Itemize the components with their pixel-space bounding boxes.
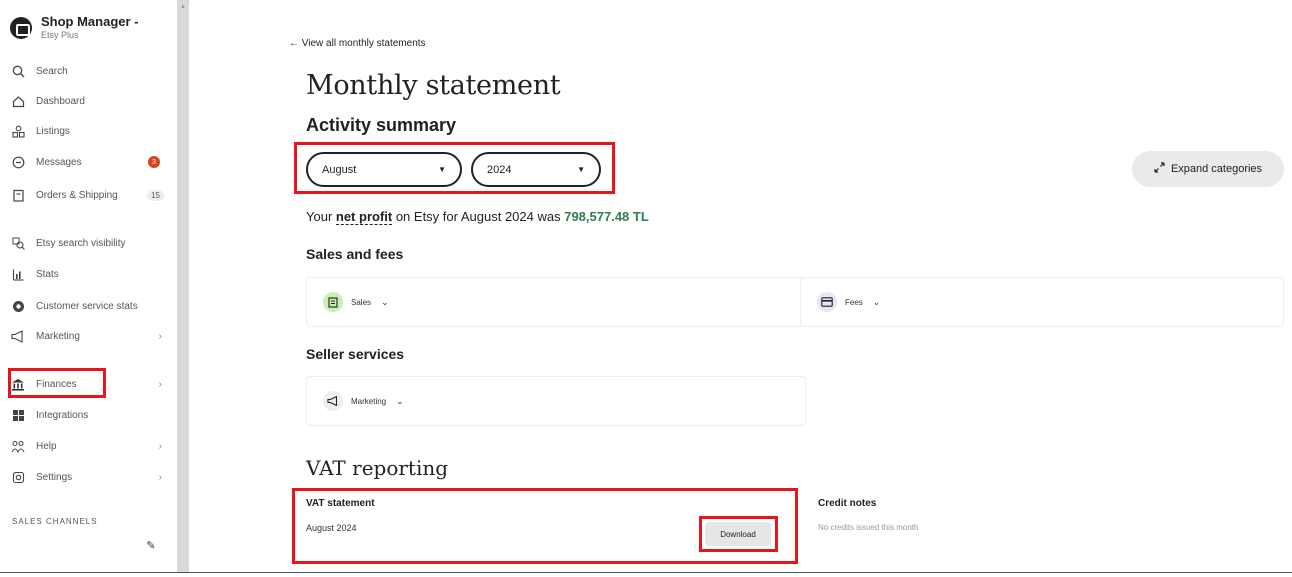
net-profit-amount: 798,577.48 TL [564, 209, 649, 224]
brand-subtitle: Etsy Plus [41, 30, 79, 40]
gear-icon [10, 469, 26, 485]
month-select[interactable]: August ▼ [306, 152, 462, 187]
page-title: Monthly statement [306, 70, 561, 101]
receipt-icon [323, 292, 343, 312]
sales-card-label: Sales [351, 297, 372, 307]
help-icon [10, 438, 26, 454]
brand-title: Shop Manager - [41, 14, 139, 29]
fees-card[interactable]: Fees ⌄ [800, 277, 1284, 327]
expand-categories-label: Expand categories [1170, 163, 1263, 175]
messages-icon [10, 154, 26, 170]
megaphone-icon [323, 391, 343, 411]
sidebar-item-orders-shipping[interactable]: Orders & Shipping 15 [10, 184, 170, 206]
orders-count-badge: 15 [147, 189, 164, 201]
net-profit-term[interactable]: net profit [335, 209, 393, 225]
sidebar-item-help[interactable]: Help › [10, 435, 170, 457]
search-icon [10, 63, 26, 79]
chevron-right-icon: › [158, 471, 162, 483]
sidebar-item-customer-service-stats[interactable]: Customer service stats [10, 295, 170, 317]
sidebar-item-search-visibility[interactable]: Etsy search visibility [10, 232, 170, 254]
sidebar: Shop Manager - Etsy Plus Search Dashboar… [0, 0, 176, 572]
sidebar-item-listings[interactable]: Listings [10, 120, 170, 142]
sales-and-fees-heading: Sales and fees [306, 246, 404, 262]
marketing-card-label: Marketing [351, 396, 387, 406]
chevron-down-icon: ⌄ [381, 296, 389, 307]
credit-card-icon [817, 292, 837, 312]
brand-text: Shop Manager - Etsy Plus [41, 14, 139, 40]
home-icon [10, 93, 26, 109]
sidebar-item-label: Settings [36, 471, 73, 483]
megaphone-icon [10, 328, 26, 344]
sidebar-item-label: Listings [36, 125, 70, 137]
sidebar-item-marketing[interactable]: Marketing › [10, 325, 170, 347]
sidebar-item-finances[interactable]: Finances › [10, 373, 170, 395]
caret-down-icon: ▼ [438, 165, 446, 174]
sidebar-item-dashboard[interactable]: Dashboard [10, 90, 170, 112]
integrations-icon [10, 407, 26, 423]
sidebar-item-label: Etsy search visibility [36, 237, 126, 249]
sidebar-item-label: Marketing [36, 330, 80, 342]
chevron-right-icon: › [158, 378, 162, 390]
sidebar-item-label: Help [36, 440, 57, 452]
shop-logo-icon [10, 17, 32, 39]
sidebar-item-messages[interactable]: Messages 3 [10, 151, 170, 173]
profit-prefix: Your [306, 209, 336, 224]
sidebar-item-stats[interactable]: Stats [10, 263, 170, 285]
chevron-right-icon: › [158, 330, 162, 342]
credit-notes-text: No credits issued this month [818, 523, 919, 532]
vat-statement-label: VAT statement [306, 498, 375, 509]
vat-reporting-heading: VAT reporting [306, 456, 449, 480]
sidebar-item-label: Integrations [36, 409, 89, 421]
expand-categories-button[interactable]: Expand categories [1132, 151, 1284, 187]
month-select-value: August [322, 163, 357, 176]
sidebar-item-settings[interactable]: Settings › [10, 466, 170, 488]
sales-channels-heading: SALES CHANNELS [12, 517, 98, 526]
year-select-value: 2024 [487, 163, 512, 176]
sidebar-scrollbar[interactable] [177, 0, 189, 572]
marketing-card[interactable]: Marketing ⌄ [306, 376, 806, 426]
sidebar-item-label: Customer service stats [36, 300, 138, 312]
orders-icon [10, 187, 26, 203]
sidebar-item-integrations[interactable]: Integrations [10, 404, 170, 426]
bottom-divider [0, 572, 1292, 573]
net-profit-summary: Your net profit on Etsy for August 2024 … [306, 209, 649, 225]
profit-middle: on Etsy for August 2024 was [392, 209, 565, 224]
sidebar-item-label: Search [36, 65, 68, 77]
shop-manager-brand[interactable]: Shop Manager - Etsy Plus [10, 14, 139, 40]
sidebar-item-search[interactable]: Search [10, 60, 170, 82]
listings-icon [10, 123, 26, 139]
expand-arrows-icon [1154, 162, 1165, 176]
fees-card-label: Fees [845, 297, 863, 307]
chevron-down-icon: ⌄ [396, 395, 404, 406]
download-button[interactable]: Download [705, 522, 771, 546]
scroll-up-arrow-icon[interactable]: ▲ [180, 4, 186, 10]
messages-badge: 3 [148, 156, 160, 168]
search-visibility-icon [10, 235, 26, 251]
view-all-statements-link[interactable]: ← View all monthly statements [289, 38, 426, 49]
activity-summary-heading: Activity summary [306, 115, 457, 135]
sidebar-item-label: Messages [36, 156, 82, 168]
credit-notes-heading: Credit notes [818, 498, 877, 509]
sidebar-item-label: Dashboard [36, 95, 85, 107]
chevron-right-icon: › [158, 440, 162, 452]
vat-statement-month: August 2024 [306, 523, 357, 533]
caret-down-icon: ▼ [577, 165, 585, 174]
sidebar-item-label: Orders & Shipping [36, 189, 118, 201]
seller-services-heading: Seller services [306, 346, 405, 362]
sidebar-item-label: Finances [36, 378, 77, 390]
customer-service-icon [10, 298, 26, 314]
year-select[interactable]: 2024 ▼ [471, 152, 601, 187]
bank-icon [10, 376, 26, 392]
chevron-down-icon: ⌄ [872, 296, 881, 307]
sidebar-item-label: Stats [36, 268, 59, 280]
stats-icon [10, 266, 26, 282]
sales-card[interactable]: Sales ⌄ [306, 277, 806, 327]
edit-pencil-icon[interactable]: ✎ [140, 534, 162, 556]
